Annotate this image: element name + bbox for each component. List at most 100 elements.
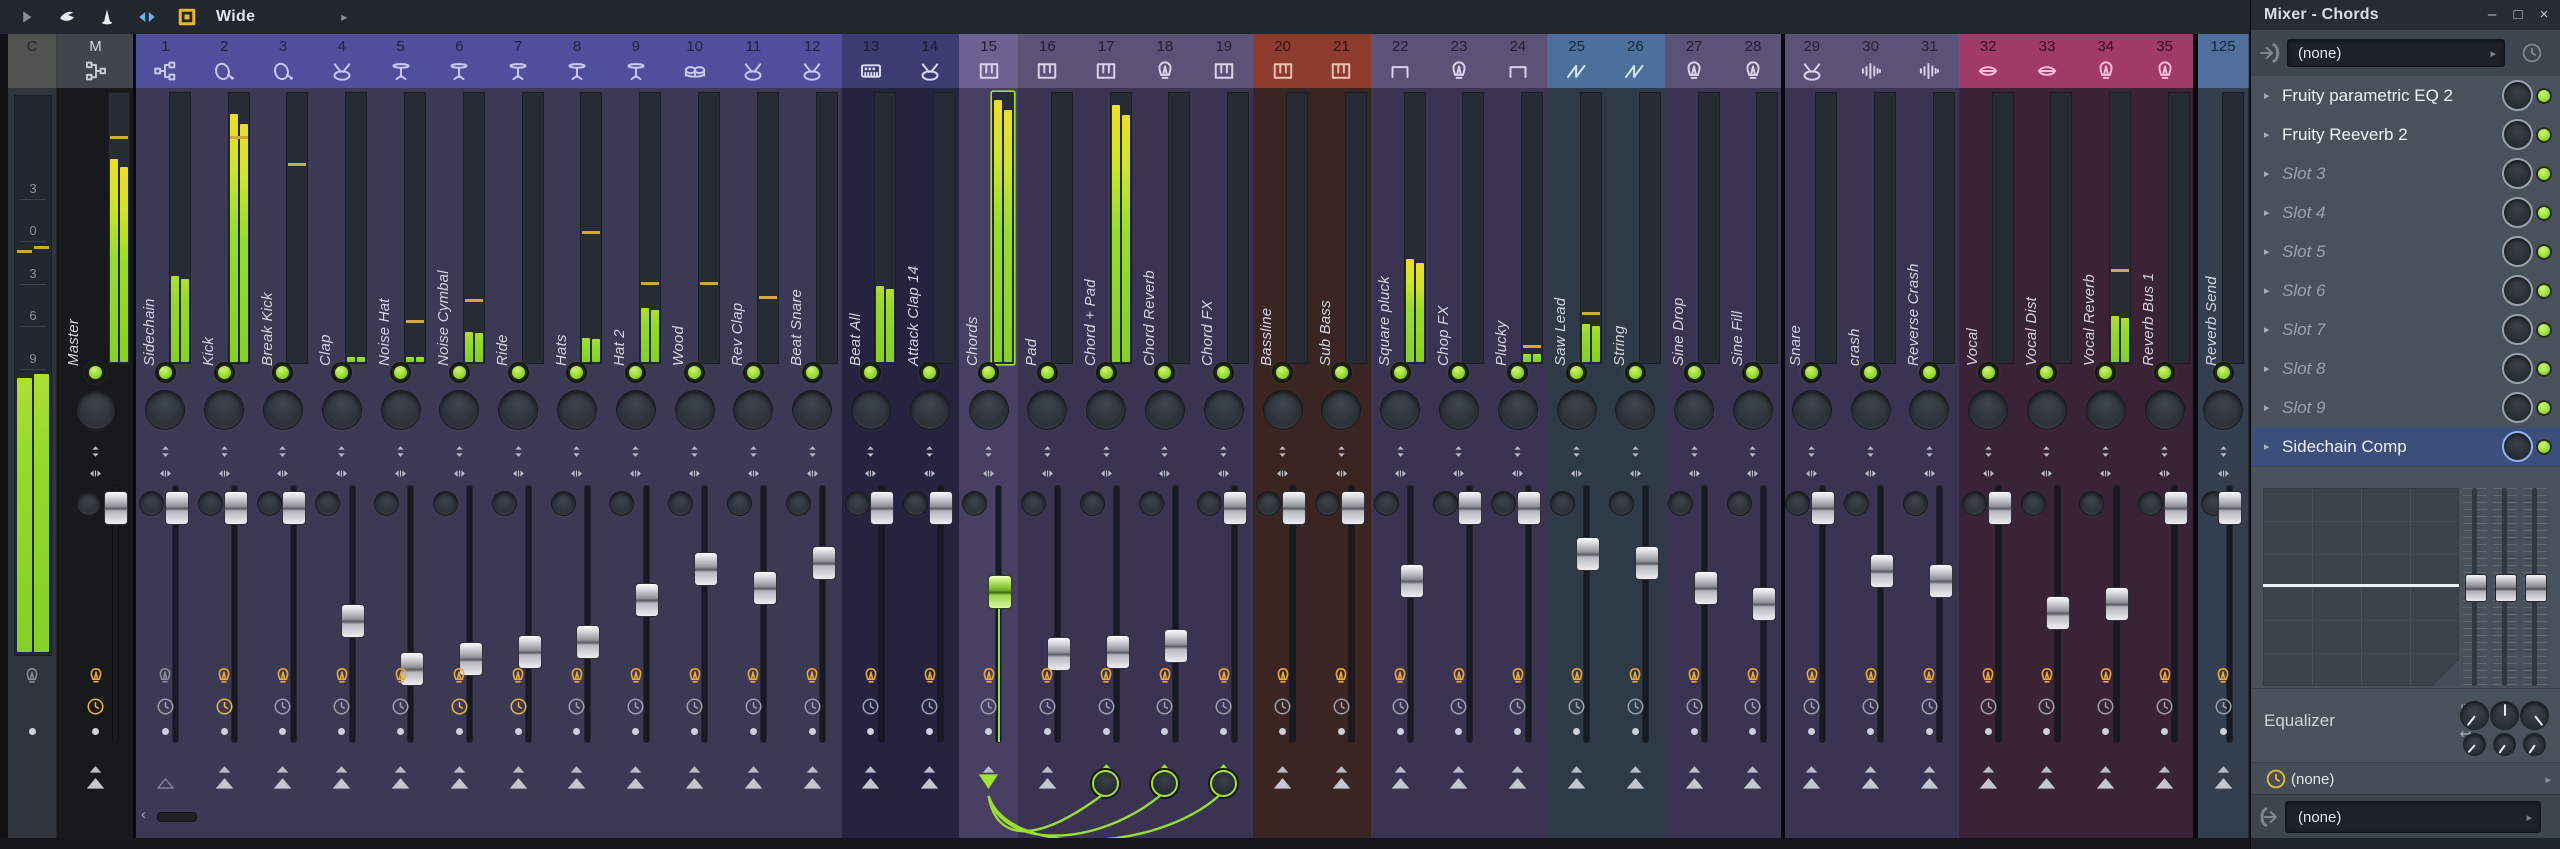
- volume-fader[interactable]: [224, 491, 248, 525]
- pan-lr-icon[interactable]: [1981, 466, 1996, 481]
- latency-clock-icon[interactable]: [1861, 697, 1880, 716]
- latency-clock-icon[interactable]: [273, 697, 292, 716]
- aux-knob[interactable]: [1081, 492, 1104, 515]
- channel-number[interactable]: 4: [338, 37, 346, 57]
- aux-knob[interactable]: [493, 492, 516, 515]
- stereo-sep-icon[interactable]: [1863, 444, 1878, 459]
- pan-knob[interactable]: [1969, 391, 2007, 429]
- channel-number[interactable]: 22: [1392, 37, 1409, 57]
- eq-band-slider-handle[interactable]: [2465, 574, 2487, 602]
- maximize-button[interactable]: □: [2505, 6, 2531, 23]
- mute-dot[interactable]: [162, 728, 169, 735]
- channel-strip[interactable]: 2Kick: [195, 34, 254, 838]
- pan-lr-icon[interactable]: [1040, 466, 1055, 481]
- record-arm-icon[interactable]: [1155, 666, 1175, 686]
- stereo-sep-icon[interactable]: [452, 444, 467, 459]
- stereo-sep-icon[interactable]: [569, 444, 584, 459]
- send-to-master-icon[interactable]: [862, 776, 879, 794]
- slot-mix-knob[interactable]: [2502, 431, 2533, 462]
- pan-knob[interactable]: [77, 391, 115, 429]
- mute-led[interactable]: [1980, 364, 1997, 381]
- channel-number[interactable]: 28: [1745, 37, 1762, 57]
- channel-header[interactable]: 14: [900, 34, 960, 88]
- fx-slot-10[interactable]: ▸Sidechain Comp: [2251, 427, 2560, 467]
- eq-gain-knob-3[interactable]: [2521, 702, 2548, 729]
- eq-freq-knob-3[interactable]: [2524, 734, 2545, 755]
- send-to-master-icon[interactable]: [1509, 776, 1526, 794]
- channel-number[interactable]: 125: [2210, 37, 2235, 57]
- latency-clock-icon[interactable]: [1567, 697, 1586, 716]
- channel-strip[interactable]: 29Snare: [1782, 34, 1841, 838]
- channel-strip[interactable]: 7Ride: [489, 34, 548, 838]
- stereo-sep-icon[interactable]: [334, 444, 349, 459]
- latency-clock-icon[interactable]: [509, 697, 528, 716]
- channel-strip[interactable]: 20Bassline: [1253, 34, 1312, 838]
- record-arm-icon[interactable]: [1390, 666, 1410, 686]
- pan-lr-icon[interactable]: [1275, 466, 1290, 481]
- record-arm-icon[interactable]: [1802, 666, 1822, 686]
- audio-input-select[interactable]: (none) ▸: [2287, 39, 2505, 67]
- pan-lr-icon[interactable]: [746, 466, 761, 481]
- record-arm-icon[interactable]: [2037, 666, 2057, 686]
- pan-lr-icon[interactable]: [1569, 466, 1584, 481]
- channel-number[interactable]: 1: [161, 37, 169, 57]
- eq-freq-knob-2[interactable]: [2494, 734, 2515, 755]
- mute-led[interactable]: [980, 364, 997, 381]
- channel-header[interactable]: 28: [1724, 34, 1784, 88]
- aux-knob[interactable]: [1610, 492, 1633, 515]
- channel-strip[interactable]: 9Hat 2: [606, 34, 665, 838]
- record-arm-icon[interactable]: [1214, 666, 1234, 686]
- latency-clock-icon[interactable]: [156, 697, 175, 716]
- volume-fader[interactable]: [1282, 491, 1306, 525]
- channel-strip[interactable]: 19Chord FX: [1194, 34, 1253, 838]
- mute-dot[interactable]: [1338, 728, 1345, 735]
- pan-knob[interactable]: [852, 391, 890, 429]
- stereo-sep-icon[interactable]: [1040, 444, 1055, 459]
- slot-expand-arrow-icon[interactable]: ▸: [2264, 362, 2276, 375]
- latency-clock-icon[interactable]: [1920, 697, 1939, 716]
- volume-fader[interactable]: [1576, 537, 1600, 571]
- slot-expand-arrow-icon[interactable]: ▸: [2264, 167, 2276, 180]
- stereo-sep-icon[interactable]: [2039, 444, 2054, 459]
- send-to-master-icon[interactable]: [1568, 776, 1585, 794]
- latency-clock-icon[interactable]: [2155, 697, 2174, 716]
- record-arm-icon[interactable]: [1743, 666, 1763, 686]
- channel-strip[interactable]: 125Reverb Send: [2198, 34, 2248, 838]
- volume-fader[interactable]: [1870, 554, 1894, 588]
- audio-input-icon[interactable]: [2257, 40, 2283, 66]
- channel-header[interactable]: 31: [1900, 34, 1960, 88]
- channel-strip[interactable]: 4Clap: [312, 34, 371, 838]
- mute-dot[interactable]: [29, 728, 36, 735]
- pan-lr-icon[interactable]: [805, 466, 820, 481]
- fx-slot-8[interactable]: ▸Slot 8: [2251, 349, 2560, 389]
- horizontal-scrollbar-thumb[interactable]: [157, 812, 197, 822]
- pan-lr-icon[interactable]: [393, 466, 408, 481]
- send-to-master-icon[interactable]: [568, 776, 585, 794]
- pan-knob[interactable]: [1087, 391, 1125, 429]
- close-button[interactable]: ×: [2531, 6, 2557, 23]
- pan-lr-icon[interactable]: [511, 466, 526, 481]
- pan-lr-icon[interactable]: [1451, 466, 1466, 481]
- stereo-sep-icon[interactable]: [805, 444, 820, 459]
- latency-clock-icon[interactable]: [1391, 697, 1410, 716]
- mute-dot[interactable]: [1691, 728, 1698, 735]
- stereo-sep-icon[interactable]: [511, 444, 526, 459]
- aux-knob[interactable]: [199, 492, 222, 515]
- channel-strip[interactable]: 32Vocal: [1959, 34, 2018, 838]
- pan-knob[interactable]: [1793, 391, 1831, 429]
- channel-strip[interactable]: 15Chords: [959, 34, 1018, 838]
- pan-lr-icon[interactable]: [922, 466, 937, 481]
- volume-fader[interactable]: [870, 491, 894, 525]
- latency-clock-icon[interactable]: [391, 697, 410, 716]
- channel-strip[interactable]: 31Reverse Crash: [1900, 34, 1959, 838]
- slot-mix-knob[interactable]: [2502, 353, 2533, 384]
- aux-knob[interactable]: [1434, 492, 1457, 515]
- channel-number[interactable]: 19: [1215, 37, 1232, 57]
- latency-clock-icon[interactable]: [1743, 697, 1762, 716]
- pan-knob[interactable]: [382, 391, 420, 429]
- stereo-sep-icon[interactable]: [922, 444, 937, 459]
- send-to-master-icon[interactable]: [157, 776, 174, 794]
- send-to-master-icon[interactable]: [1039, 776, 1056, 794]
- send-to-master-icon[interactable]: [2038, 776, 2055, 794]
- channel-header[interactable]: 7: [489, 34, 549, 88]
